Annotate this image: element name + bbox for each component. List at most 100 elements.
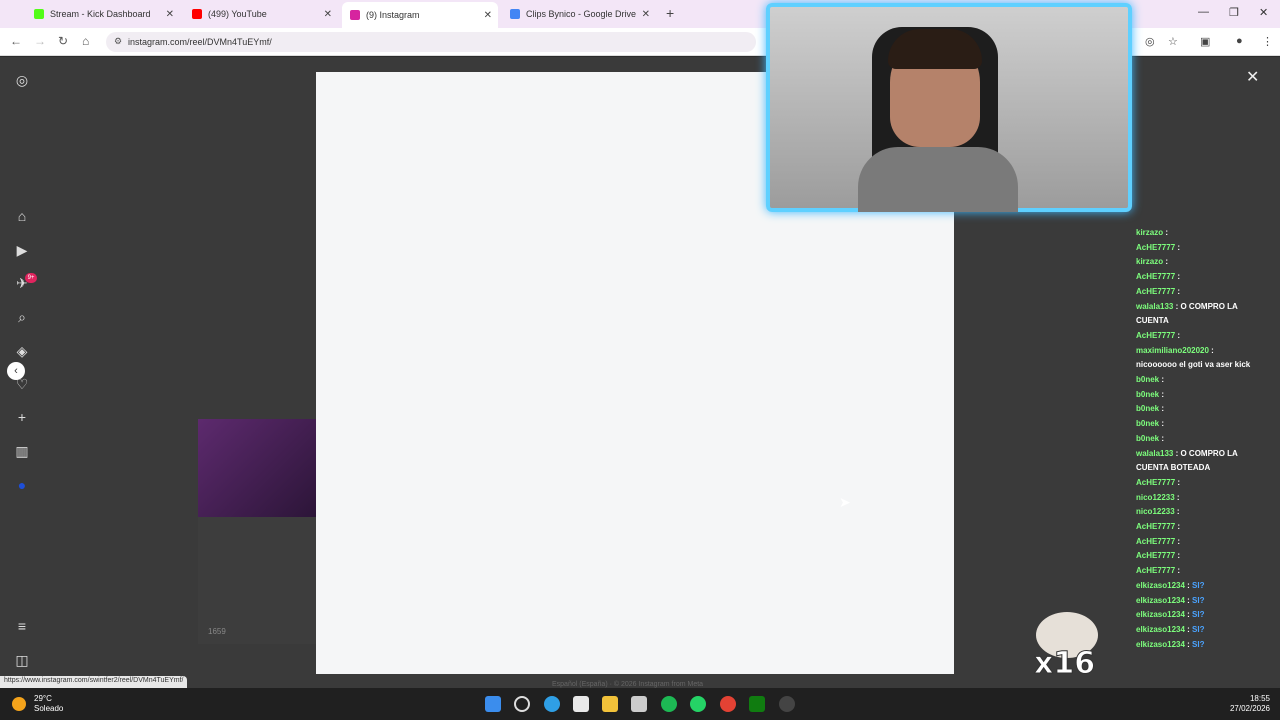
reel-thumbnail[interactable]: 1659 bbox=[198, 517, 316, 644]
explore-icon[interactable]: ◈ bbox=[13, 342, 31, 360]
profile-avatar-icon[interactable]: ● bbox=[13, 476, 31, 494]
chat-separator: : bbox=[1175, 536, 1181, 546]
edge-icon[interactable] bbox=[544, 696, 560, 712]
chat-username: b0nek bbox=[1136, 419, 1160, 429]
tab-title: Stream - Kick Dashboard bbox=[50, 9, 151, 19]
chat-message: b0nek : bbox=[1136, 373, 1280, 388]
close-tab-icon[interactable]: ✕ bbox=[166, 9, 174, 20]
tab-google-drive[interactable]: Clips Bynico - Google Drive ✕ bbox=[502, 4, 656, 24]
previous-reel-button[interactable]: ‹ bbox=[7, 362, 25, 380]
obs-icon[interactable] bbox=[779, 696, 795, 712]
menu-kebab-icon[interactable]: ⋮ bbox=[1262, 35, 1273, 48]
clock-time: 18:55 bbox=[1249, 694, 1270, 703]
close-modal-icon[interactable]: ✕ bbox=[1246, 67, 1259, 87]
dashboard-icon[interactable]: ▥ bbox=[13, 442, 31, 460]
chat-separator: : bbox=[1175, 330, 1181, 340]
link-status-bar: https://www.instagram.com/swintfer2/reel… bbox=[0, 676, 188, 688]
chat-message: AcHE7777 : bbox=[1136, 476, 1280, 491]
new-tab-button[interactable]: + bbox=[666, 5, 674, 21]
close-tab-icon[interactable]: ✕ bbox=[484, 10, 492, 21]
clock-date: 27/02/2026 bbox=[1229, 704, 1270, 713]
whatsapp-icon[interactable] bbox=[690, 696, 706, 712]
xbox-icon[interactable] bbox=[749, 696, 765, 712]
weather-widget[interactable]: 29°C Soleado bbox=[34, 694, 63, 714]
chat-username: maximiliano202020 bbox=[1136, 345, 1209, 355]
chat-username: elkizaso1234 bbox=[1136, 610, 1185, 620]
maximize-button[interactable]: ❐ bbox=[1229, 6, 1239, 19]
chat-separator: : bbox=[1175, 477, 1181, 487]
extensions-icon[interactable]: ▣ bbox=[1200, 35, 1210, 48]
streamer-shirt bbox=[858, 147, 1018, 212]
chat-message: elkizaso1234 : SI? bbox=[1136, 623, 1280, 638]
chat-separator: : bbox=[1184, 610, 1193, 620]
profile-avatar[interactable]: ● bbox=[1236, 35, 1243, 47]
google-drive-icon bbox=[510, 9, 520, 19]
chat-message: AcHE7777 : bbox=[1136, 535, 1280, 550]
chat-username: AcHE7777 bbox=[1136, 522, 1176, 532]
spotify-icon[interactable] bbox=[661, 696, 677, 712]
start-icon[interactable] bbox=[485, 696, 501, 712]
snipping-icon[interactable] bbox=[631, 696, 647, 712]
chat-message: CUENTA bbox=[1136, 314, 1280, 329]
chat-message: b0nek : bbox=[1136, 388, 1280, 403]
more-menu-icon[interactable]: ≡ bbox=[13, 617, 31, 635]
chat-text: SI? bbox=[1192, 610, 1205, 620]
chat-message: AcHE7777 : bbox=[1136, 270, 1280, 285]
search-icon[interactable] bbox=[514, 696, 530, 712]
reload-button[interactable]: ↻ bbox=[58, 34, 68, 48]
system-clock[interactable]: 18:55 27/02/2026 bbox=[1230, 694, 1270, 714]
reels-icon[interactable]: ▶ bbox=[13, 241, 31, 259]
store-icon[interactable] bbox=[573, 696, 589, 712]
home-icon[interactable]: ⌂ bbox=[13, 207, 31, 225]
chat-message: AcHE7777 : bbox=[1136, 285, 1280, 300]
cat-combo-overlay: x16 bbox=[1028, 610, 1108, 682]
search-icon[interactable]: ⌕ bbox=[13, 308, 31, 326]
tab-kick[interactable]: Stream - Kick Dashboard ✕ bbox=[26, 4, 180, 24]
chrome-icon[interactable] bbox=[720, 696, 736, 712]
chat-separator: : bbox=[1174, 507, 1180, 517]
forward-button[interactable]: → bbox=[34, 34, 46, 48]
chat-message: kirzazo : bbox=[1136, 255, 1280, 270]
site-info-icon[interactable]: ⚙ bbox=[114, 36, 122, 47]
home-button[interactable]: ⌂ bbox=[82, 34, 89, 48]
chat-separator: : bbox=[1208, 345, 1214, 355]
youtube-icon bbox=[192, 9, 202, 19]
chat-text: O COMPRO LA bbox=[1180, 448, 1238, 458]
chat-username: AcHE7777 bbox=[1136, 330, 1176, 340]
instagram-logo-icon[interactable]: ◎ bbox=[13, 71, 31, 89]
chat-username: kirzazo bbox=[1136, 257, 1164, 267]
close-tab-icon[interactable]: ✕ bbox=[324, 9, 332, 20]
chat-separator: : bbox=[1184, 624, 1193, 634]
chat-separator: : bbox=[1174, 492, 1180, 502]
address-input[interactable]: ⚙ instagram.com/reel/DVMn4TuEYmf/ bbox=[106, 32, 756, 52]
file-explorer-icon[interactable] bbox=[602, 696, 618, 712]
bookmark-star-icon[interactable]: ☆ bbox=[1168, 35, 1178, 48]
chat-separator: : bbox=[1175, 566, 1181, 576]
chat-separator: : bbox=[1175, 242, 1181, 252]
combo-counter: x16 bbox=[1033, 646, 1096, 682]
tab-title: Clips Bynico - Google Drive bbox=[526, 9, 637, 19]
tab-title: (499) YouTube bbox=[208, 9, 267, 19]
create-plus-icon[interactable]: + bbox=[13, 408, 31, 426]
chat-separator: : bbox=[1159, 433, 1165, 443]
back-button[interactable]: ← bbox=[10, 34, 22, 48]
temperature: 29°C bbox=[34, 694, 52, 703]
chat-separator: : bbox=[1159, 419, 1165, 429]
chat-username: elkizaso1234 bbox=[1136, 595, 1185, 605]
eye-off-icon[interactable]: ◎ bbox=[1145, 35, 1155, 48]
tab-youtube[interactable]: (499) YouTube ✕ bbox=[184, 4, 338, 24]
chat-username: elkizaso1234 bbox=[1136, 639, 1185, 649]
weather-sun-icon[interactable] bbox=[12, 697, 26, 711]
reel-thumbnail[interactable] bbox=[198, 419, 316, 517]
minimize-button[interactable]: — bbox=[1198, 6, 1209, 18]
chat-message: walala133 : O COMPRO LA bbox=[1136, 300, 1280, 315]
kick-icon bbox=[34, 9, 44, 19]
chat-message: elkizaso1234 : SI? bbox=[1136, 579, 1280, 594]
chat-username: b0nek bbox=[1136, 389, 1160, 399]
meta-apps-icon[interactable]: ◫ bbox=[13, 651, 31, 669]
chat-message: nico12233 : bbox=[1136, 505, 1280, 520]
close-window-button[interactable]: ✕ bbox=[1259, 6, 1268, 19]
chat-username: AcHE7777 bbox=[1136, 272, 1176, 282]
tab-instagram[interactable]: (9) Instagram ✕ bbox=[342, 2, 498, 28]
close-tab-icon[interactable]: ✕ bbox=[642, 9, 650, 20]
